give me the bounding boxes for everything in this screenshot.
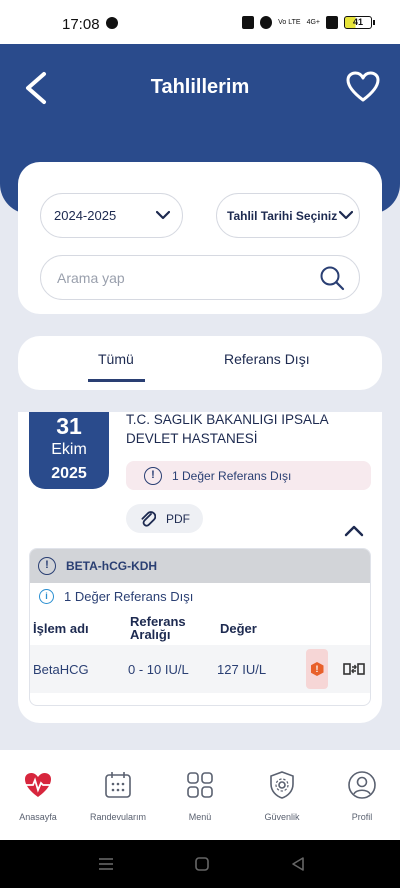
volte-label: Vo LTE: [278, 19, 301, 26]
nav-item-home[interactable]: Anasayfa: [0, 770, 76, 822]
exclamation-icon: !: [38, 557, 56, 575]
column-header-reference-line2: Aralığı: [130, 627, 171, 642]
page-title: Tahlillerim: [150, 76, 250, 98]
out-of-reference-badge: ! 1 Değer Referans Dışı: [126, 461, 371, 490]
filter-card: 2024-2025 Tahlil Tarihi Seçiniz Arama ya…: [18, 162, 382, 314]
system-nav-bar: [0, 840, 400, 888]
alarm-icon: [260, 16, 273, 29]
tabs-card: Tümü Referans Dışı: [18, 336, 382, 390]
status-bar: 17:08 Vo LTE 4G+ 41: [0, 0, 400, 44]
year-select-value: 2024-2025: [54, 208, 117, 223]
test-detail: ! BETA-hCG-KDH i 1 Değer Referans Dışı İ…: [29, 548, 371, 706]
grid-icon: [187, 772, 213, 798]
notification-icon: [106, 17, 118, 29]
date-select-label: Tahlil Tarihi Seçiniz: [227, 208, 338, 223]
chevron-up-icon[interactable]: [344, 525, 364, 537]
user-icon: [348, 771, 376, 799]
back-button-icon[interactable]: [290, 856, 306, 872]
nav-item-security[interactable]: Güvenlik: [244, 770, 320, 822]
search-icon[interactable]: [319, 265, 345, 291]
chevron-down-icon: [339, 210, 353, 220]
pdf-label: PDF: [166, 511, 190, 526]
nav-label-security: Güvenlik: [264, 812, 300, 822]
shield-gear-icon: [270, 771, 294, 799]
search-placeholder: Arama yap: [57, 269, 125, 286]
favorite-heart-icon[interactable]: [346, 71, 380, 103]
compare-icon[interactable]: [343, 661, 365, 677]
chevron-down-icon: [156, 210, 170, 220]
tab-all[interactable]: Tümü: [98, 351, 134, 367]
table-row: BetaHCG 0 - 10 IU/L 127 IU/L !: [30, 645, 370, 693]
nav-label-profile: Profil: [351, 812, 373, 822]
column-header-reference: Referans Aralığı: [130, 615, 186, 641]
pdf-button[interactable]: PDF: [126, 504, 203, 533]
nav-item-appointments[interactable]: Randevularım: [80, 770, 156, 822]
alert-indicator[interactable]: !: [306, 649, 328, 689]
column-header-name: İşlem adı: [33, 621, 89, 636]
heart-pulse-icon: [25, 773, 51, 797]
nfc-icon: [242, 16, 255, 29]
date-day: 31: [56, 413, 82, 439]
row-test-name: BetaHCG: [33, 662, 89, 677]
date-badge: 31 Ekim 2025: [29, 412, 109, 489]
paperclip-icon: [141, 510, 156, 527]
hospital-name-line1: T.C. SAGLIK BAKANLIGI IPSALA: [126, 412, 329, 427]
search-input[interactable]: Arama yap: [40, 255, 360, 300]
status-icons: Vo LTE 4G+ 41: [242, 16, 375, 29]
column-header-value: Değer: [220, 621, 257, 636]
date-year: 2025: [51, 465, 87, 482]
date-select[interactable]: Tahlil Tarihi Seçiniz: [216, 193, 360, 238]
test-warning: i 1 Değer Referans Dışı: [39, 589, 193, 604]
nav-label-home: Anasayfa: [19, 812, 57, 822]
tab-out-of-reference[interactable]: Referans Dışı: [224, 351, 310, 367]
result-card: 31 Ekim 2025 T.C. SAGLIK BAKANLIGI IPSAL…: [18, 412, 382, 723]
signal-icon: [326, 16, 338, 29]
battery-icon: 41: [344, 16, 375, 29]
home-button-icon[interactable]: [194, 856, 210, 872]
year-select[interactable]: 2024-2025: [40, 193, 183, 238]
row-reference-range: 0 - 10 IU/L: [128, 662, 189, 677]
test-header[interactable]: ! BETA-hCG-KDH: [30, 549, 370, 583]
calendar-icon: [105, 772, 131, 798]
nav-label-menu: Menü: [188, 812, 212, 822]
test-warning-text: 1 Değer Referans Dışı: [64, 589, 194, 604]
nav-item-menu[interactable]: Menü: [162, 770, 238, 822]
recent-apps-icon[interactable]: [98, 856, 114, 872]
out-of-reference-text: 1 Değer Referans Dışı: [172, 468, 292, 483]
exclamation-icon: !: [144, 466, 162, 485]
info-icon: i: [39, 589, 54, 604]
status-time: 17:08: [62, 16, 100, 33]
active-tab-indicator: [88, 379, 145, 382]
nav-label-appointments: Randevularım: [89, 812, 147, 822]
date-month: Ekim: [51, 441, 87, 458]
alert-hexagon-icon: !: [310, 662, 324, 676]
test-name: BETA-hCG-KDH: [66, 559, 158, 573]
bottom-nav: Anasayfa Randevularım Menü Güvenlik Prof…: [0, 750, 400, 840]
hospital-name-line2: DEVLET HASTANESİ: [126, 431, 258, 446]
signal-label: 4G+: [306, 19, 320, 26]
row-value: 127 IU/L: [217, 662, 267, 677]
nav-item-profile[interactable]: Profil: [324, 770, 400, 822]
